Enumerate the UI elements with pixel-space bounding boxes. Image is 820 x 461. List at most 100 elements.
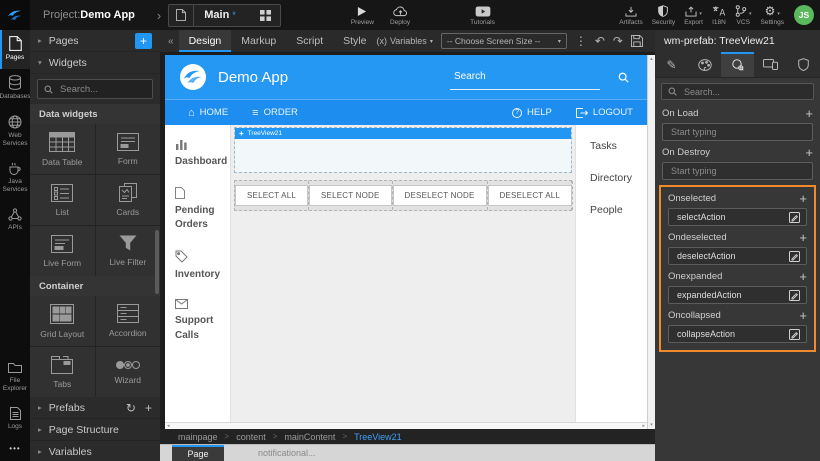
rail-item-file-explorer[interactable]: File Explorer [0, 356, 30, 401]
button-cell[interactable]: SELECT ALL [235, 181, 309, 210]
deselect-all-button[interactable]: DESELECT ALL [488, 185, 573, 206]
add-page-button[interactable]: + [135, 33, 152, 49]
on-load-input[interactable] [669, 126, 806, 138]
tab-devices[interactable] [754, 52, 787, 77]
widget-search-input[interactable] [58, 83, 150, 96]
rightnav-tasks[interactable]: Tasks [590, 140, 647, 152]
nav-order[interactable]: ≡ ORDER [252, 107, 298, 118]
add-event-button[interactable]: + [799, 309, 807, 322]
widget-tile-list[interactable]: List [30, 175, 95, 225]
page-tab[interactable]: Page [172, 445, 224, 461]
more-options-button[interactable]: ••• [0, 438, 30, 461]
user-avatar[interactable]: JS [794, 5, 814, 25]
redo-icon[interactable]: ↷ [613, 35, 623, 47]
pages-grid-icon[interactable] [252, 5, 280, 26]
add-event-button[interactable]: + [799, 231, 807, 244]
widget-tile-data-table[interactable]: Data Table [30, 124, 95, 174]
leftnav-pending-orders[interactable]: Pending Orders [175, 187, 226, 233]
rail-item-apis[interactable]: APIs [0, 202, 30, 239]
wavemaker-logo[interactable] [0, 0, 30, 30]
widget-tile-cards[interactable]: Cards [96, 175, 161, 225]
treeview-widget-header[interactable]: + TreeView21 [235, 128, 571, 139]
vcs-button[interactable]: ▾ VCS [735, 5, 752, 26]
breadcrumb-maincontent[interactable]: mainContent [284, 432, 335, 442]
widget-tile-form[interactable]: Form [96, 124, 161, 174]
breadcrumb-content[interactable]: content [236, 432, 266, 442]
tab-style[interactable]: Style [333, 30, 376, 52]
tab-script[interactable]: Script [286, 30, 333, 52]
widget-tile-grid-layout[interactable]: Grid Layout [30, 296, 95, 346]
widget-tile-tabs[interactable]: Tabs [30, 347, 95, 397]
tab-events[interactable] [721, 52, 754, 77]
select-node-button[interactable]: SELECT NODE [309, 185, 392, 206]
section-widgets[interactable]: ▾ Widgets [30, 52, 160, 74]
screen-size-select[interactable]: -- Choose Screen Size -- ▾ [441, 33, 567, 49]
onselected-action-input[interactable] [675, 211, 785, 223]
onexpanded-action-input[interactable] [675, 289, 785, 301]
add-event-button[interactable]: + [799, 192, 807, 205]
widget-tile-accordion[interactable]: Accordion [96, 296, 161, 346]
refresh-icon[interactable]: ↻ [126, 401, 136, 415]
select-all-button[interactable]: SELECT ALL [235, 185, 308, 206]
treeview-widget-selected[interactable]: + TreeView21 [234, 127, 572, 173]
edit-action-icon[interactable] [789, 329, 800, 340]
nav-help[interactable]: ? HELP [512, 107, 552, 118]
events-search-input[interactable] [682, 86, 794, 98]
oncollapsed-action-input[interactable] [675, 328, 785, 340]
scroll-up-icon[interactable]: ▴ [650, 56, 653, 62]
tab-styles[interactable] [688, 52, 721, 77]
add-event-button[interactable]: + [805, 146, 813, 159]
widget-tile-live-filter[interactable]: Live Filter [96, 226, 161, 276]
ondeselected-action-input[interactable] [675, 250, 785, 262]
tab-markup[interactable]: Markup [231, 30, 286, 52]
rail-item-java-services[interactable]: Java Services [0, 156, 30, 202]
rail-item-pages[interactable]: Pages [0, 30, 30, 69]
save-icon[interactable] [631, 35, 643, 47]
treeview-widget-body[interactable] [235, 139, 571, 172]
breadcrumb-treeview21[interactable]: TreeView21 [354, 432, 402, 442]
section-page-structure[interactable]: ▸ Page Structure [30, 419, 160, 441]
rightnav-people[interactable]: People [590, 204, 647, 216]
nav-logout[interactable]: LOGOUT [576, 107, 633, 118]
app-search-field[interactable] [450, 64, 600, 90]
undo-icon[interactable]: ↶ [595, 35, 605, 47]
section-pages[interactable]: ▸ Pages + [30, 30, 160, 52]
kebab-menu-icon[interactable]: ⋮ [575, 35, 587, 47]
button-cell[interactable]: DESELECT NODE [393, 181, 488, 210]
section-prefabs[interactable]: ▸ Prefabs ↻ + [30, 397, 160, 419]
section-variables[interactable]: ▸ Variables [30, 441, 160, 461]
button-cell[interactable]: DESELECT ALL [488, 181, 574, 210]
rightnav-directory[interactable]: Directory [590, 172, 647, 184]
preview-button[interactable]: Preview [351, 5, 374, 26]
rail-item-databases[interactable]: Databases [0, 69, 30, 108]
artifacts-button[interactable]: Artifacts [619, 5, 642, 26]
search-icon[interactable] [618, 72, 629, 83]
on-destroy-input[interactable] [669, 165, 806, 177]
leftnav-support-calls[interactable]: Support Calls [175, 299, 226, 343]
tab-security[interactable] [787, 52, 820, 77]
rail-item-web-services[interactable]: Web Services [0, 109, 30, 156]
tutorials-button[interactable]: Tutorials [470, 5, 495, 26]
tab-design[interactable]: Design [179, 30, 232, 52]
i18n-button[interactable]: A I18N [712, 5, 726, 26]
leftnav-dashboard[interactable]: Dashboard [175, 138, 226, 170]
widget-tile-wizard[interactable]: Wizard [96, 347, 161, 397]
add-event-button[interactable]: + [805, 107, 813, 120]
security-button[interactable]: Security [652, 5, 675, 26]
edit-action-icon[interactable] [789, 212, 800, 223]
add-prefab-button[interactable]: + [145, 401, 152, 415]
collapse-left-panel-button[interactable]: « [163, 36, 179, 47]
app-search-input[interactable] [452, 70, 598, 83]
page-tab-main[interactable]: Main * [168, 4, 281, 27]
export-button[interactable]: ▾ Export [684, 5, 703, 26]
breadcrumb-mainpage[interactable]: mainpage [178, 432, 218, 442]
canvas-vertical-scrollbar[interactable]: ▴ ▾ [647, 55, 655, 429]
edit-action-icon[interactable] [789, 290, 800, 301]
nav-home[interactable]: ⌂ HOME [188, 107, 228, 118]
left-panel-scrollbar[interactable] [155, 230, 159, 294]
deselect-node-button[interactable]: DESELECT NODE [393, 185, 487, 206]
settings-button[interactable]: ⚙▾ Settings [761, 5, 785, 26]
add-event-button[interactable]: + [799, 270, 807, 283]
widget-tile-live-form[interactable]: Live Form [30, 226, 95, 276]
scroll-down-icon[interactable]: ▾ [650, 422, 653, 428]
